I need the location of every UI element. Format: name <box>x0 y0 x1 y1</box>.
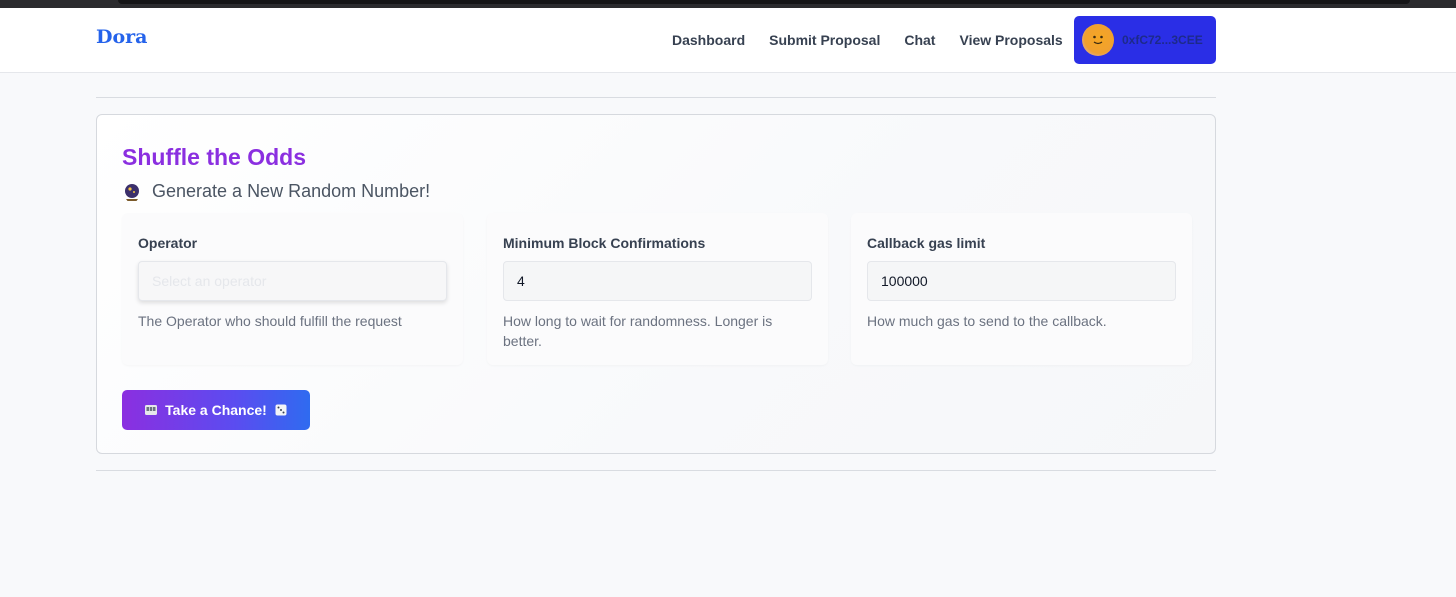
min-block-confirmations-input[interactable] <box>503 261 812 301</box>
divider-top <box>96 97 1216 98</box>
card-title: Shuffle the Odds <box>122 144 306 170</box>
callback-gas-limit-input[interactable] <box>867 261 1176 301</box>
brand-logo[interactable]: Dora <box>96 26 147 48</box>
nav-link-view-proposals[interactable]: View Proposals <box>959 32 1062 48</box>
take-a-chance-label: Take a Chance! <box>165 402 267 418</box>
nav-link-chat[interactable]: Chat <box>904 32 935 48</box>
take-a-chance-button[interactable]: Take a Chance! <box>122 390 310 430</box>
divider-bottom <box>96 470 1216 471</box>
smiley-face-icon <box>1093 35 1103 45</box>
random-number-card: Shuffle the Odds Generate a New Random N… <box>96 114 1216 454</box>
callback-gas-limit-field-group: Callback gas limit How much gas to send … <box>851 213 1192 365</box>
crystal-ball-icon <box>125 183 139 201</box>
wallet-address: 0xfC72...3CEE <box>1122 33 1203 47</box>
nav-link-submit-proposal[interactable]: Submit Proposal <box>769 32 880 48</box>
min-block-confirmations-label: Minimum Block Confirmations <box>503 235 706 251</box>
wallet-account-button[interactable]: 0xfC72...3CEE <box>1074 16 1216 64</box>
avatar <box>1082 24 1114 56</box>
operator-label: Operator <box>138 235 198 251</box>
navbar: Dora Dashboard Submit Proposal Chat View… <box>0 8 1456 73</box>
min-block-confirmations-help-text: How long to wait for randomness. Longer … <box>503 313 773 349</box>
operator-help-text: The Operator who should fulfill the requ… <box>138 313 402 329</box>
slot-machine-icon <box>145 405 158 415</box>
nav-links: Dashboard Submit Proposal Chat View Prop… <box>672 32 1063 48</box>
callback-gas-limit-label: Callback gas limit <box>867 235 986 251</box>
operator-select[interactable] <box>138 261 447 301</box>
nav-link-dashboard[interactable]: Dashboard <box>672 32 745 48</box>
callback-gas-limit-help-text: How much gas to send to the callback. <box>867 313 1107 329</box>
card-subtitle-text: Generate a New Random Number! <box>152 181 431 201</box>
browser-top-strip <box>0 0 1456 8</box>
card-subtitle: Generate a New Random Number! <box>122 181 430 202</box>
operator-field-group: Operator The Operator who should fulfill… <box>122 213 463 365</box>
min-block-confirmations-field-group: Minimum Block Confirmations How long to … <box>487 213 828 365</box>
browser-tab-bar <box>118 0 1410 4</box>
dice-icon <box>275 404 287 416</box>
